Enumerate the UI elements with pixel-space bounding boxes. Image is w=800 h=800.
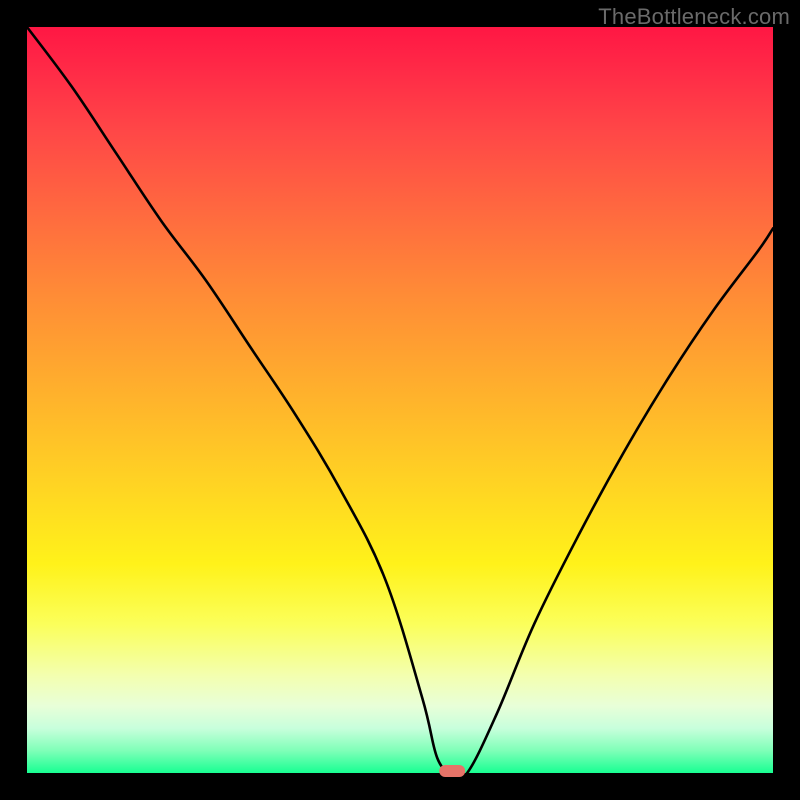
bottleneck-curve xyxy=(27,27,773,778)
curve-layer xyxy=(27,27,773,773)
chart-frame: TheBottleneck.com xyxy=(0,0,800,800)
plot-area xyxy=(27,27,773,773)
optimum-marker xyxy=(439,765,465,777)
watermark-text: TheBottleneck.com xyxy=(598,4,790,30)
